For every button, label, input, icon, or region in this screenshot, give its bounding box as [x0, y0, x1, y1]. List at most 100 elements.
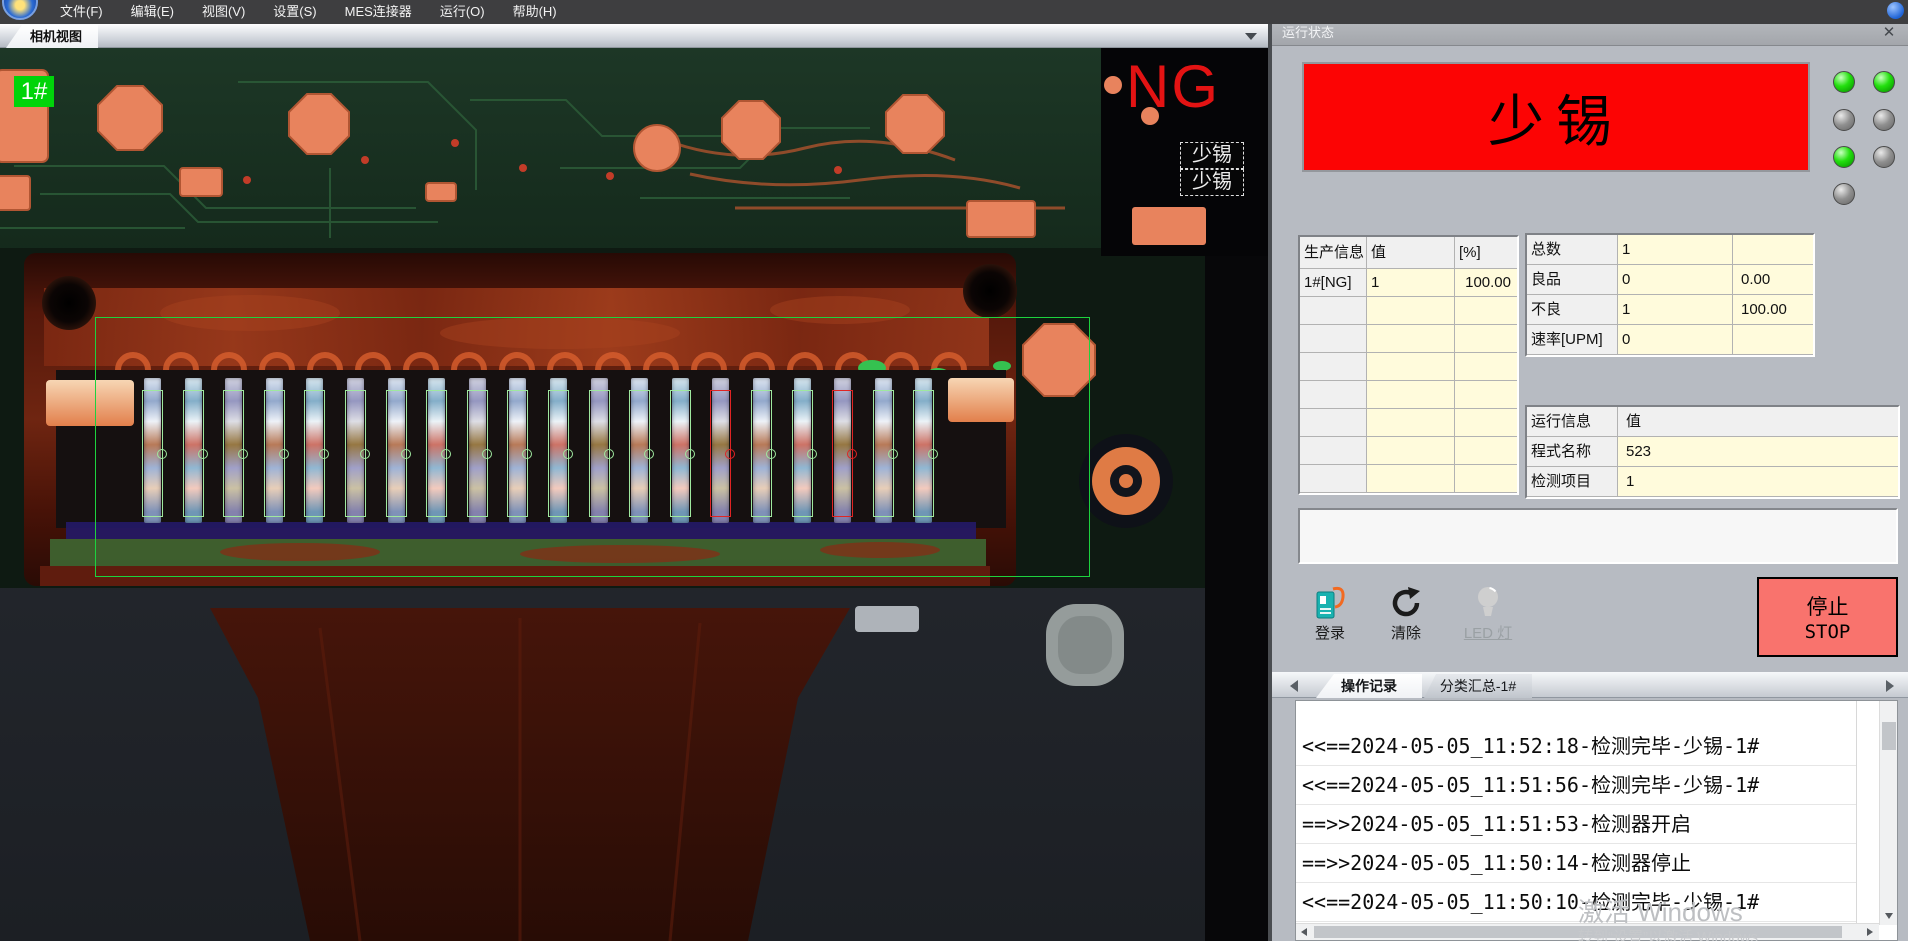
- table-header-cell: [%]: [1455, 237, 1517, 269]
- table-cell: 1: [1618, 235, 1733, 265]
- table-cell: [1367, 325, 1455, 353]
- table-cell: 100.00: [1733, 295, 1813, 325]
- table-row: [1300, 353, 1517, 381]
- login-button[interactable]: 登录: [1298, 584, 1362, 643]
- menu-bar: 文件(F) 编辑(E) 视图(V) 设置(S) MES连接器 运行(O) 帮助(…: [0, 0, 1908, 24]
- indicator-light-off: [1833, 183, 1855, 205]
- tab-classification-summary[interactable]: 分类汇总-1#: [1424, 674, 1532, 698]
- run-status-panel: 运行状态 ✕ 少锡 生产信息 值 [%] 1#[NG] 1 100.00: [1272, 20, 1908, 941]
- scroll-left-icon[interactable]: [1296, 924, 1313, 940]
- circular-arrow-icon: [1389, 584, 1423, 622]
- tab-camera-view[interactable]: 相机视图: [6, 25, 98, 48]
- menu-item-mes-connector[interactable]: MES连接器: [331, 0, 426, 24]
- tab-operation-log[interactable]: 操作记录: [1316, 674, 1422, 698]
- table-row: 速率[UPM] 0: [1527, 325, 1813, 355]
- table-cell: 523: [1618, 437, 1898, 467]
- table-row: 良品 0 0.00: [1527, 265, 1813, 295]
- table-row: [1300, 437, 1517, 465]
- indicator-light-on: [1833, 146, 1855, 168]
- chevron-down-icon[interactable]: [1245, 33, 1257, 40]
- table-header-row: 生产信息 值 [%]: [1300, 237, 1517, 269]
- table-cell: [1455, 437, 1517, 465]
- table-header-cell: 值: [1367, 237, 1455, 269]
- app-logo-icon: [2, 0, 38, 20]
- menu-item-file[interactable]: 文件(F): [46, 0, 117, 24]
- windows-activation-watermark-sub: 转到“设置”以激活 Windows: [1578, 926, 1758, 941]
- indicator-light-off: [1833, 109, 1855, 131]
- menu-item-view[interactable]: 视图(V): [188, 0, 259, 24]
- table-row: 1#[NG] 1 100.00: [1300, 269, 1517, 297]
- tab-next-icon[interactable]: [1886, 680, 1894, 692]
- table-cell: [1733, 325, 1813, 355]
- scroll-down-icon[interactable]: [1880, 908, 1898, 925]
- table-cell: 检测项目: [1527, 467, 1618, 497]
- stop-button[interactable]: 停止 STOP: [1757, 577, 1898, 657]
- run-info-table: 运行信息 值 程式名称 523 检测项目 1: [1525, 405, 1900, 499]
- id-badge-icon: [1313, 584, 1347, 622]
- table-header-cell: 生产信息: [1300, 237, 1367, 269]
- clear-button[interactable]: 清除: [1374, 584, 1438, 643]
- table-cell: 0.00: [1733, 265, 1813, 295]
- table-row: [1300, 297, 1517, 325]
- defect-label: 少锡: [1180, 169, 1244, 196]
- table-cell: [1300, 465, 1367, 493]
- log-entry: ==>>2024-05-05_11:50:14-检测器停止: [1296, 844, 1856, 883]
- led-button-label: LED 灯: [1464, 625, 1512, 642]
- table-cell: [1455, 297, 1517, 325]
- table-row: 总数 1: [1527, 235, 1813, 265]
- table-row: [1300, 409, 1517, 437]
- table-cell: 1#[NG]: [1300, 269, 1367, 297]
- table-cell: 100.00: [1455, 269, 1517, 297]
- menu-item-run[interactable]: 运行(O): [426, 0, 499, 24]
- table-cell: [1367, 437, 1455, 465]
- table-cell: [1367, 353, 1455, 381]
- table-cell: [1300, 325, 1367, 353]
- led-light-button[interactable]: LED 灯: [1450, 584, 1526, 643]
- table-row: 检测项目 1: [1527, 467, 1898, 497]
- table-cell: [1367, 409, 1455, 437]
- log-entry: <<==2024-05-05_11:50:10-检测完毕-少锡-1#: [1296, 883, 1856, 922]
- menu-item-help[interactable]: 帮助(H): [499, 0, 571, 24]
- table-cell: 1: [1618, 467, 1898, 497]
- inspection-roi-rect: [95, 317, 1090, 577]
- table-cell: 1: [1367, 269, 1455, 297]
- table-cell: [1367, 297, 1455, 325]
- menu-item-settings[interactable]: 设置(S): [259, 0, 330, 24]
- indicator-light-off: [1873, 109, 1895, 131]
- scrollbar-thumb[interactable]: [1882, 722, 1896, 750]
- table-row: [1300, 381, 1517, 409]
- table-header-row: 运行信息 值: [1527, 407, 1898, 437]
- table-header-cell: 值: [1618, 407, 1898, 437]
- light-bulb-icon: [1473, 584, 1503, 622]
- station-badge: 1#: [14, 76, 54, 107]
- defect-banner: 少锡: [1302, 62, 1810, 172]
- log-entry: <<==2024-05-05_11:51:56-检测完毕-少锡-1#: [1296, 766, 1856, 805]
- table-cell: 速率[UPM]: [1527, 325, 1618, 355]
- production-table-body: [1300, 297, 1517, 493]
- table-cell: [1455, 409, 1517, 437]
- log-secondary-column: [1856, 701, 1876, 925]
- login-button-label: 登录: [1315, 625, 1345, 642]
- table-cell: [1367, 381, 1455, 409]
- tab-prev-icon[interactable]: [1290, 680, 1298, 692]
- result-text: NG: [1126, 52, 1220, 121]
- scroll-right-icon[interactable]: [1862, 924, 1879, 940]
- indicator-light-on: [1873, 71, 1895, 93]
- table-cell: [1367, 465, 1455, 493]
- clear-button-label: 清除: [1391, 625, 1421, 642]
- stop-button-label-en: STOP: [1805, 621, 1851, 643]
- menu-item-edit[interactable]: 编辑(E): [117, 0, 188, 24]
- table-cell: [1455, 353, 1517, 381]
- log-tab-strip: 操作记录 分类汇总-1#: [1272, 672, 1908, 698]
- table-cell: [1300, 381, 1367, 409]
- log-entry: <<==2024-05-05_11:52:18-检测完毕-少锡-1#: [1296, 727, 1856, 766]
- table-cell: 良品: [1527, 265, 1618, 295]
- camera-viewport: 1# NG 少锡 少锡: [0, 48, 1270, 941]
- panel-divider: [1268, 20, 1272, 941]
- table-cell: 0: [1618, 325, 1733, 355]
- scroll-up-icon[interactable]: [1880, 701, 1898, 718]
- table-cell: [1733, 235, 1813, 265]
- table-cell: 总数: [1527, 235, 1618, 265]
- close-icon[interactable]: ✕: [1880, 24, 1898, 42]
- vertical-scrollbar[interactable]: [1879, 701, 1897, 925]
